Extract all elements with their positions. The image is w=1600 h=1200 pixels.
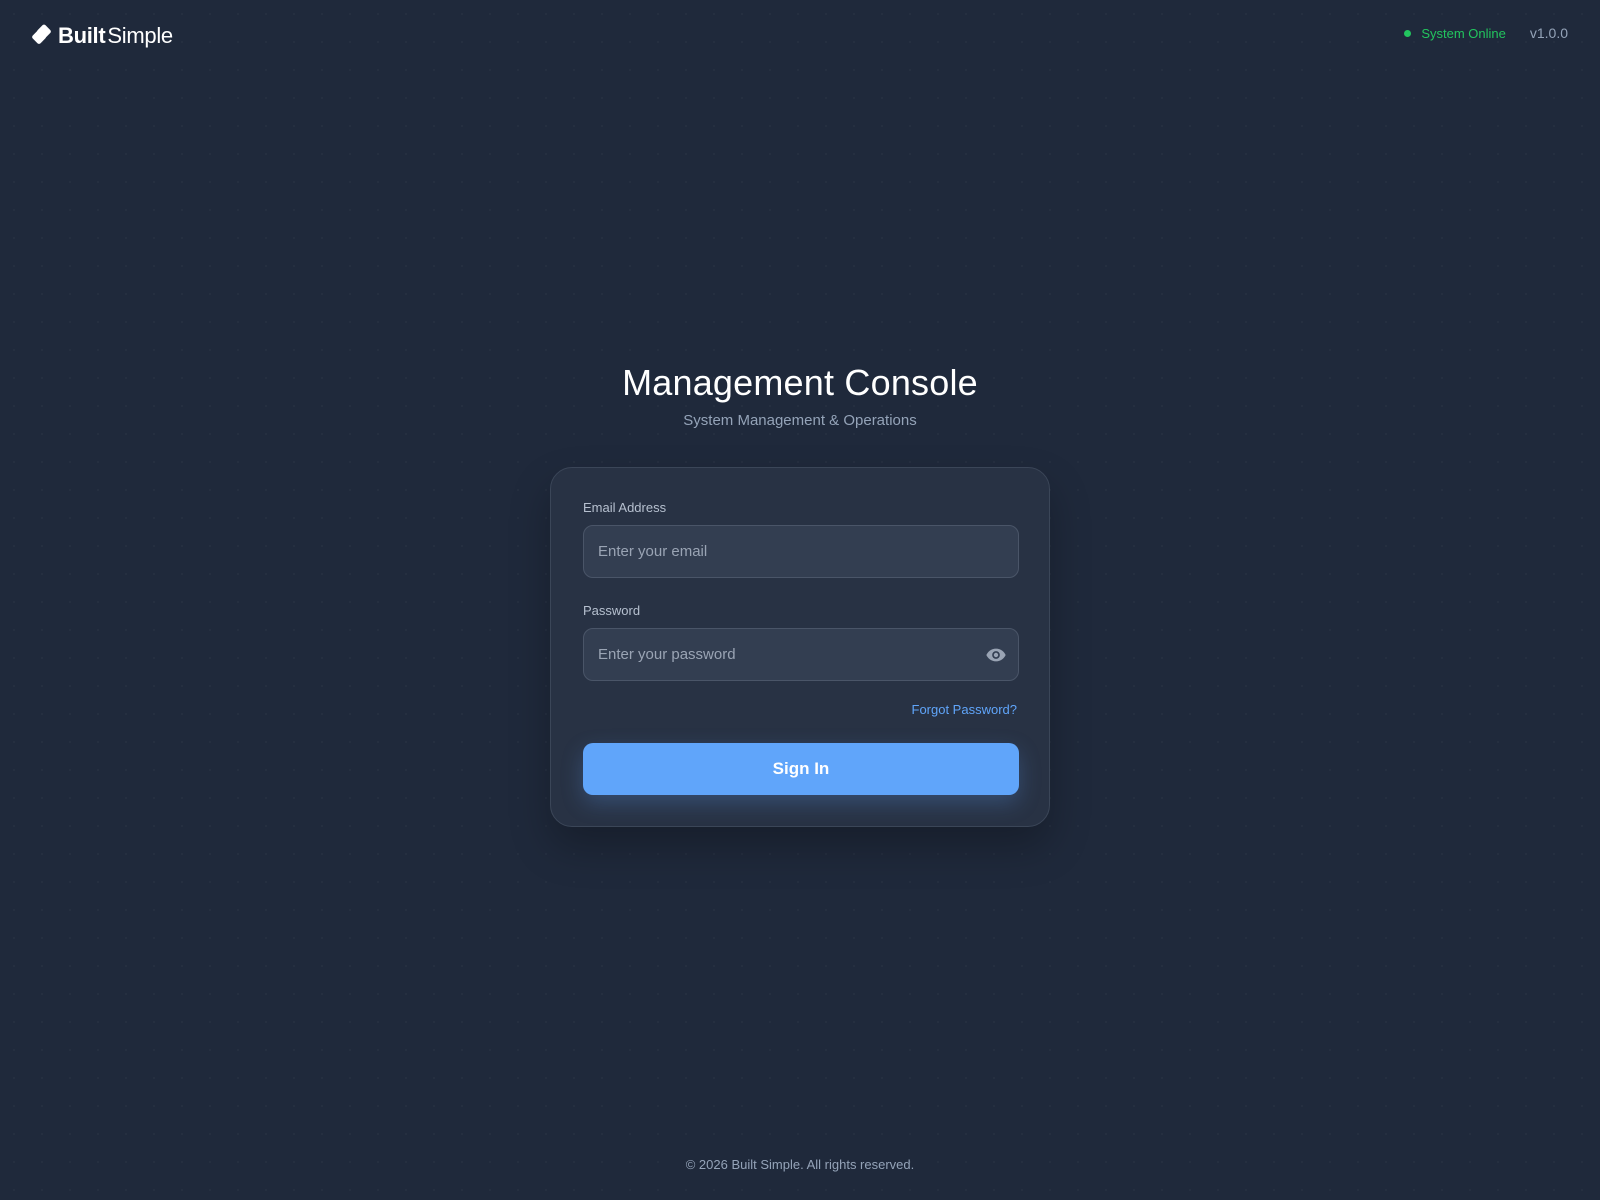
logo-text-light: Simple [107,23,173,48]
forgot-password-link[interactable]: Forgot Password? [912,702,1018,717]
email-label: Email Address [583,500,667,515]
diamond-logo-icon [32,24,51,44]
login-card: Email Address Password Forgot Password? … [550,467,1050,827]
password-field-wrapper [583,628,1019,681]
brand-logo[interactable]: Built Simple [32,22,173,50]
email-field-wrapper [583,525,1019,578]
version-label: v1.0.0 [1529,25,1568,41]
sign-in-button[interactable]: Sign In [583,743,1019,795]
footer-copyright: © 2026 Built Simple. All rights reserved… [685,1157,915,1172]
page-subtitle: System Management & Operations [683,412,917,429]
system-status-text: System Online [1421,25,1506,41]
password-input[interactable] [584,629,1018,680]
logo-text-bold: Built [58,23,106,48]
page-title: Management Console [622,362,978,403]
top-header: Built Simple System Online v1.0.0 [0,0,1600,70]
eye-icon[interactable] [984,644,1008,666]
system-status-area: System Online v1.0.0 [1404,22,1568,44]
status-dot-icon [1404,29,1412,37]
password-label: Password [583,603,641,618]
email-input[interactable] [584,526,1018,577]
